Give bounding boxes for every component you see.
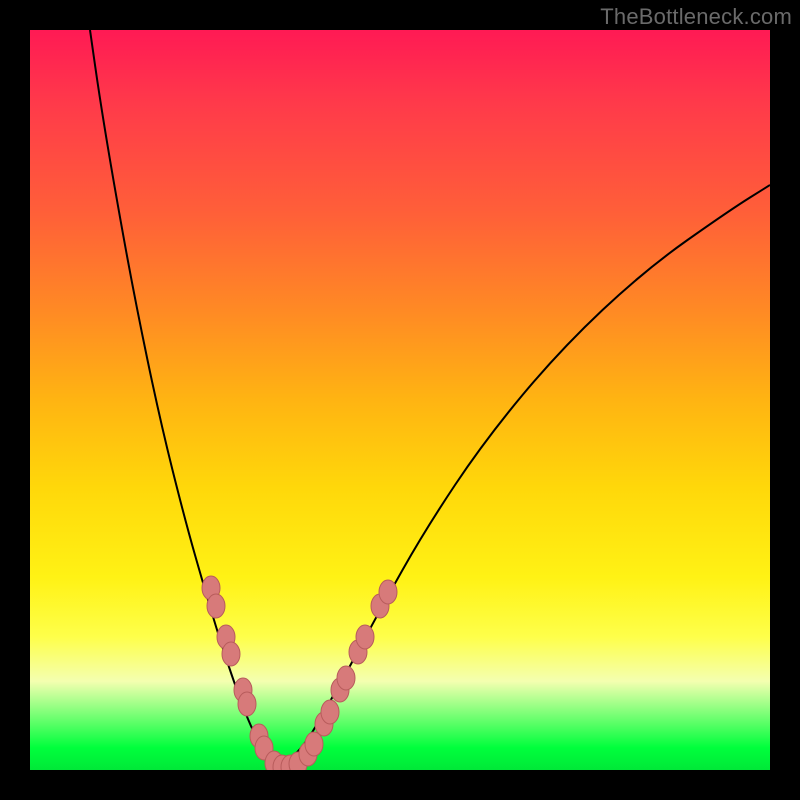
data-bead [321,700,339,724]
data-bead [222,642,240,666]
data-bead [337,666,355,690]
curve-left-arm [90,30,280,768]
data-bead [379,580,397,604]
data-bead [207,594,225,618]
curve-layer [30,30,770,770]
plot-area [30,30,770,770]
data-bead [356,625,374,649]
data-bead [305,732,323,756]
watermark-text: TheBottleneck.com [600,4,792,30]
chart-frame: TheBottleneck.com [0,0,800,800]
data-bead [238,692,256,716]
